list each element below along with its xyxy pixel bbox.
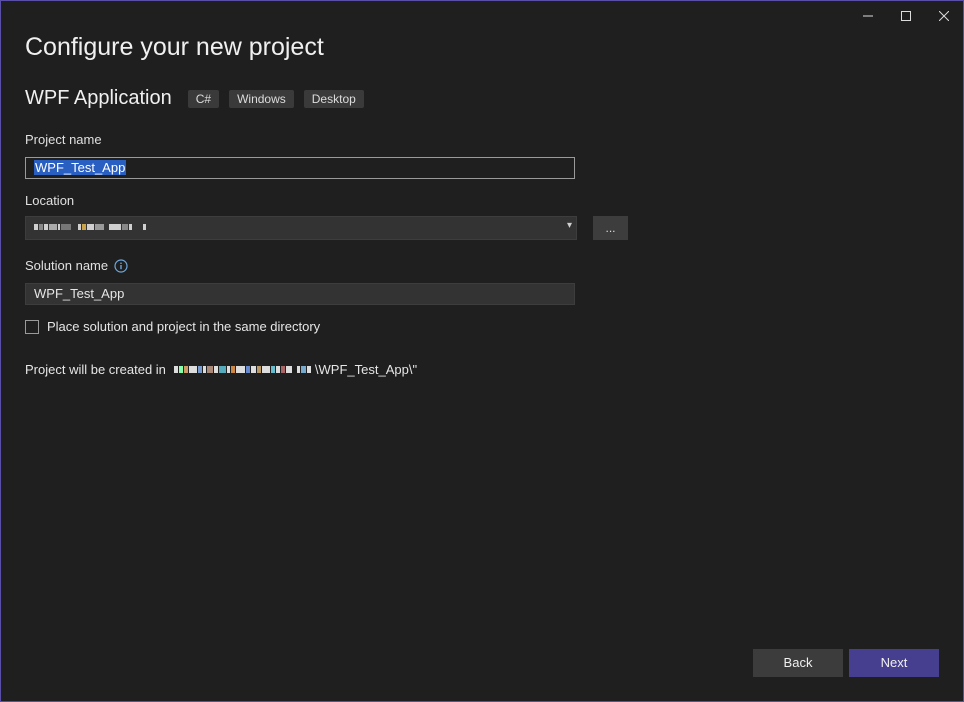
maximize-button[interactable] <box>887 1 925 31</box>
project-name-value: WPF_Test_App <box>34 160 127 175</box>
minimize-icon <box>863 15 873 17</box>
back-button[interactable]: Back <box>753 649 843 677</box>
same-directory-label: Place solution and project in the same d… <box>47 319 321 334</box>
project-name-input[interactable]: WPF_Test_App <box>25 157 575 179</box>
same-directory-option[interactable]: Place solution and project in the same d… <box>25 319 320 334</box>
dialog-window: Configure your new project WPF Applicati… <box>0 0 964 702</box>
close-icon <box>939 11 949 21</box>
location-label: Location <box>25 193 75 208</box>
creation-path-suffix: \WPF_Test_App\" <box>314 362 418 377</box>
close-button[interactable] <box>925 1 963 31</box>
page-title: Configure your new project <box>25 33 324 61</box>
project-name-label: Project name <box>25 132 102 147</box>
browse-button[interactable]: ... <box>593 216 628 240</box>
tag-platform: Windows <box>229 89 294 108</box>
solution-name-input[interactable]: WPF_Test_App <box>25 283 575 305</box>
maximize-icon <box>901 11 911 21</box>
tag-project-type: Desktop <box>303 89 364 108</box>
solution-name-label-row: Solution name <box>25 258 128 273</box>
creation-path-summary: Project will be created in \WPF_Test_App… <box>25 362 417 377</box>
location-path-redacted <box>34 224 146 230</box>
chevron-down-icon[interactable]: ▾ <box>567 220 572 231</box>
solution-name-label: Solution name <box>25 258 109 273</box>
next-button[interactable]: Next <box>849 649 939 677</box>
template-header: WPF Application C# Windows Desktop <box>25 87 374 110</box>
creation-path-prefix: Project will be created in <box>25 362 166 377</box>
minimize-button[interactable] <box>849 1 887 31</box>
tag-language: C# <box>187 89 220 108</box>
creation-path-redacted <box>173 366 311 373</box>
window-controls <box>849 1 963 31</box>
location-dropdown[interactable]: ▾ <box>25 216 577 240</box>
same-directory-checkbox[interactable] <box>25 319 39 334</box>
template-name: WPF Application <box>25 87 172 109</box>
info-icon[interactable] <box>114 258 128 273</box>
